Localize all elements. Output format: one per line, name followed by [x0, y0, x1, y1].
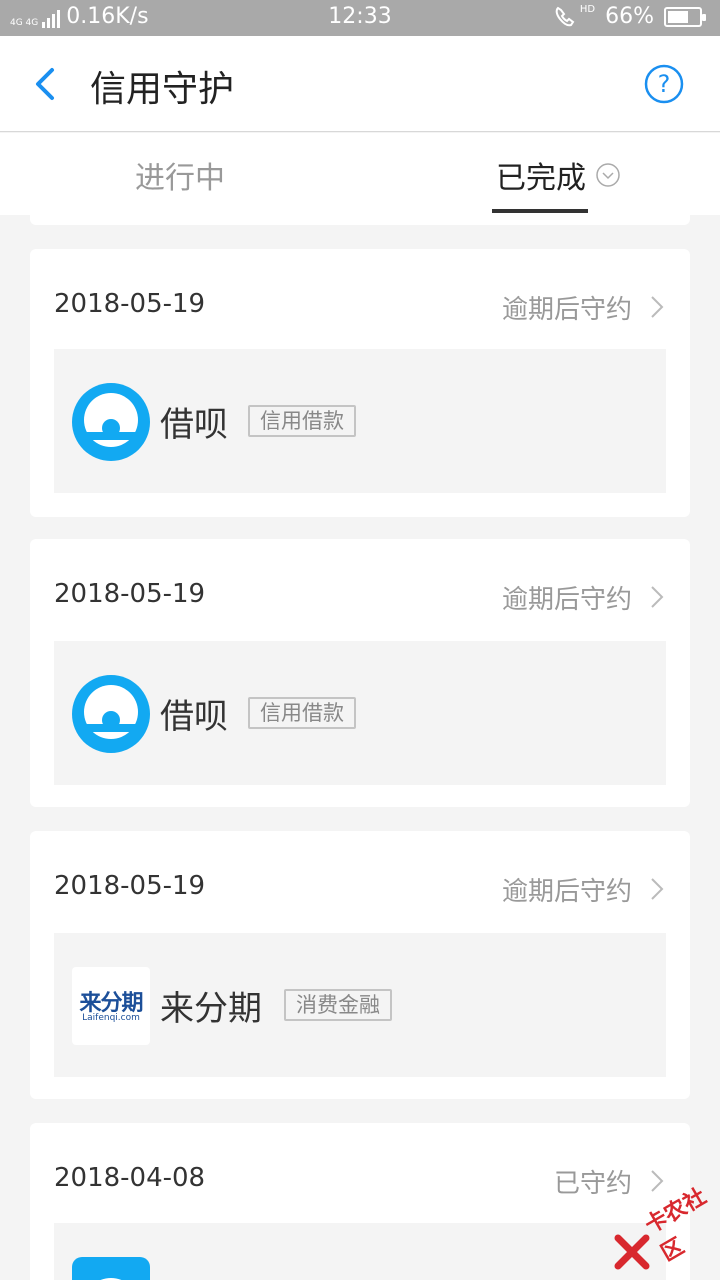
record-detail: 借呗 信用借款: [54, 349, 666, 493]
tab-bar: 进行中 已完成: [0, 133, 720, 215]
jiebei-logo-icon: [72, 383, 150, 461]
record-date: 2018-05-19: [54, 579, 206, 609]
category-tag: 信用借款: [248, 697, 356, 729]
status-right: HD 66%: [554, 3, 706, 29]
laifenqi-logo-subtext: Laifenqi.com: [82, 1013, 140, 1023]
battery-icon: [664, 6, 706, 27]
laifenqi-logo: 来分期 Laifenqi.com: [72, 967, 150, 1045]
institution-name: 来分期: [160, 989, 262, 1029]
tab-ongoing-label: 进行中: [135, 161, 225, 196]
chevron-right-icon: [651, 1170, 664, 1192]
question-circle-icon: ?: [644, 64, 684, 104]
record-status: 逾期后守约: [501, 877, 632, 907]
record-detail: 来分期 Laifenqi.com 来分期 消费金融: [54, 933, 666, 1077]
chevron-right-icon: [651, 878, 664, 900]
category-tag: 消费金融: [284, 989, 392, 1021]
record-detail: [54, 1223, 666, 1280]
institution-name: 借呗: [160, 697, 228, 737]
status-bar: 4G 4G 0.16K/s 12:33 HD 66%: [0, 0, 720, 36]
chevron-left-icon: [36, 68, 54, 100]
active-tab-indicator: [492, 209, 588, 213]
watermark: 卡农社区: [612, 1184, 716, 1272]
record-detail: 借呗 信用借款: [54, 641, 666, 785]
tab-ongoing[interactable]: 进行中: [135, 153, 225, 197]
wifi-app-logo-icon: [72, 1257, 150, 1280]
svg-text:?: ?: [658, 70, 671, 98]
record-card[interactable]: 2018-05-19 逾期后守约 借呗 信用借款: [30, 539, 690, 807]
watermark-logo-icon: [614, 1234, 650, 1270]
previous-card-edge: [30, 215, 690, 225]
institution-name: 借呗: [160, 405, 228, 445]
chevron-right-icon: [651, 586, 664, 608]
back-button[interactable]: [24, 62, 68, 106]
record-date: 2018-05-19: [54, 871, 206, 901]
record-card[interactable]: 2018-05-19 逾期后守约 借呗 信用借款: [30, 249, 690, 517]
hd-call-icon: HD: [554, 3, 596, 29]
page-title: 信用守护: [90, 69, 235, 110]
hd-label: HD: [579, 3, 596, 15]
record-status: 逾期后守约: [501, 585, 632, 615]
tab-completed-label: 已完成: [496, 161, 586, 196]
jiebei-logo-icon: [72, 675, 150, 753]
battery-percent: 66%: [605, 4, 654, 29]
nav-bar: 信用守护 ?: [0, 36, 720, 132]
tab-completed[interactable]: 已完成: [496, 153, 620, 197]
record-date: 2018-04-08: [54, 1163, 206, 1193]
help-button[interactable]: ?: [644, 64, 684, 104]
record-date: 2018-05-19: [54, 289, 206, 319]
record-card[interactable]: 2018-04-08 已守约: [30, 1123, 690, 1280]
chevron-down-circle-icon: [596, 163, 620, 187]
chevron-right-icon: [651, 296, 664, 318]
record-status: 逾期后守约: [501, 295, 632, 325]
category-tag: 信用借款: [248, 405, 356, 437]
record-card[interactable]: 2018-05-19 逾期后守约 来分期 Laifenqi.com 来分期 消费…: [30, 831, 690, 1099]
